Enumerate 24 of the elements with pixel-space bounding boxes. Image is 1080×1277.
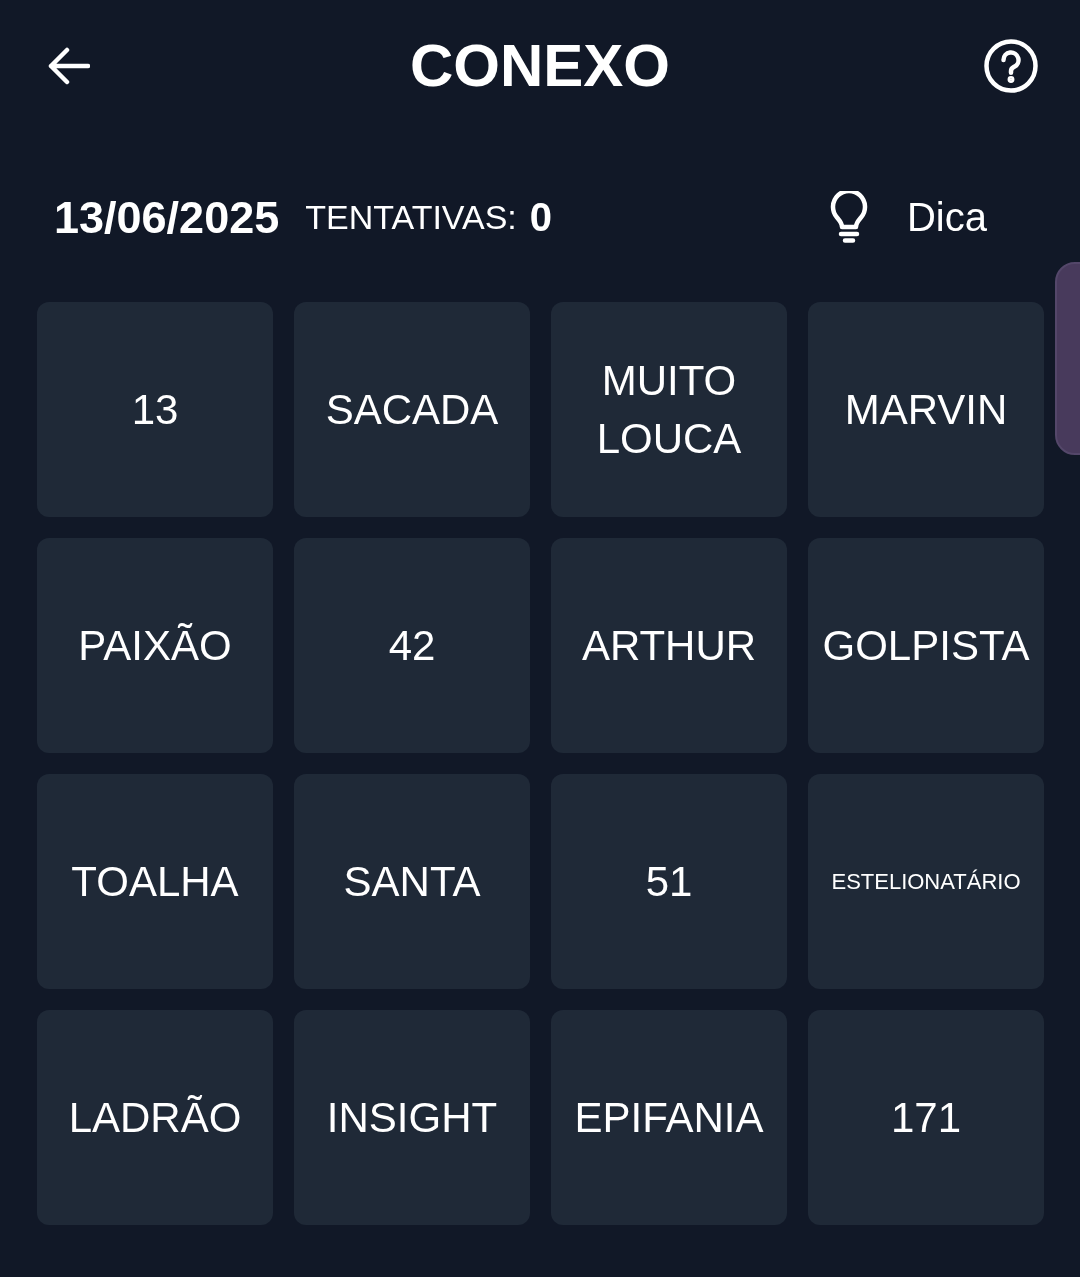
word-tile[interactable]: SANTA bbox=[294, 774, 530, 989]
help-icon[interactable] bbox=[984, 39, 1038, 93]
word-tile[interactable]: INSIGHT bbox=[294, 1010, 530, 1225]
word-tile[interactable]: SACADA bbox=[294, 302, 530, 517]
word-tile[interactable]: ESTELIONATÁRIO bbox=[808, 774, 1044, 989]
word-tile[interactable]: 51 bbox=[551, 774, 787, 989]
word-tile[interactable]: 171 bbox=[808, 1010, 1044, 1225]
word-tile[interactable]: GOLPISTA bbox=[808, 538, 1044, 753]
puzzle-date: 13/06/2025 bbox=[54, 194, 280, 240]
app-title: CONEXO bbox=[409, 36, 670, 96]
word-tile[interactable]: PAIXÃO bbox=[37, 538, 273, 753]
word-tile[interactable]: MARVIN bbox=[808, 302, 1044, 517]
lightbulb-icon bbox=[828, 191, 869, 243]
back-arrow-icon[interactable] bbox=[48, 47, 90, 85]
word-tile[interactable]: MUITO LOUCA bbox=[551, 302, 787, 517]
word-tile[interactable]: EPIFANIA bbox=[551, 1010, 787, 1225]
attempts-count: 0 bbox=[529, 197, 553, 237]
word-tile[interactable]: 42 bbox=[294, 538, 530, 753]
hint-button[interactable]: Dica bbox=[828, 191, 987, 243]
word-tile[interactable]: TOALHA bbox=[37, 774, 273, 989]
word-tile[interactable]: LADRÃO bbox=[37, 1010, 273, 1225]
word-tile[interactable]: ARTHUR bbox=[551, 538, 787, 753]
attempts-label: TENTATIVAS: bbox=[305, 200, 517, 234]
word-tile[interactable]: 13 bbox=[37, 302, 273, 517]
